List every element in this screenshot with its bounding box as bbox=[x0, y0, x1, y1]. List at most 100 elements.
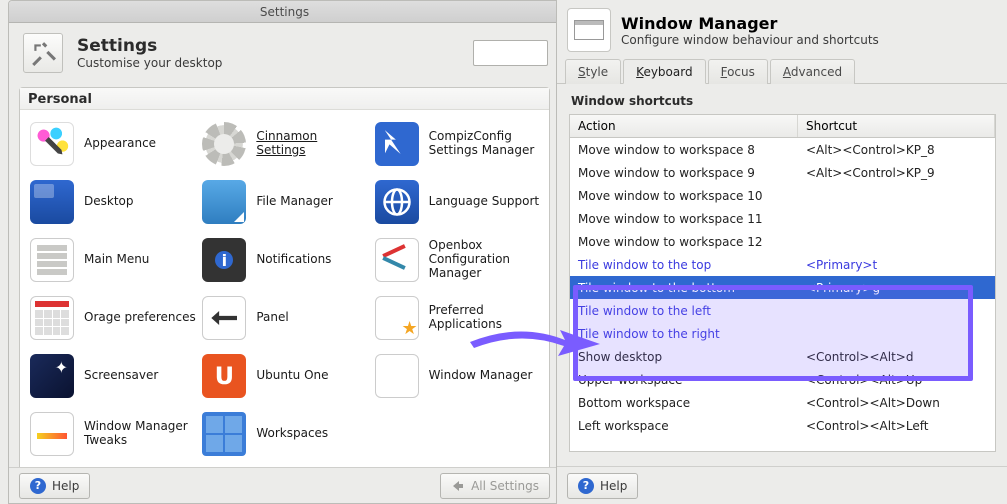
cell-action: Move window to workspace 8 bbox=[570, 143, 798, 157]
help-icon: ? bbox=[30, 478, 46, 494]
item-label: Cinnamon Settings bbox=[256, 130, 368, 158]
window-manager-window: Window Manager Configure window behaviou… bbox=[556, 0, 1007, 504]
cell-action: Show desktop bbox=[570, 350, 798, 364]
item-label: Screensaver bbox=[84, 369, 158, 383]
cell-action: Move window to workspace 12 bbox=[570, 235, 798, 249]
item-label: CompizConfig Settings Manager bbox=[429, 130, 541, 158]
cell-shortcut: <Control><Alt>d bbox=[798, 350, 995, 364]
table-row[interactable]: Tile window to the bottom<Primary>g bbox=[570, 276, 995, 299]
table-body: Move window to workspace 8<Alt><Control>… bbox=[570, 138, 995, 437]
cell-action: Bottom workspace bbox=[570, 396, 798, 410]
table-row[interactable]: Move window to workspace 9<Alt><Control>… bbox=[570, 161, 995, 184]
cell-shortcut: <Control><Alt>Down bbox=[798, 396, 995, 410]
item-label: Appearance bbox=[84, 137, 156, 151]
item-label: Openbox Configuration Manager bbox=[429, 239, 541, 280]
settings-item-ubuntu-one[interactable]: U Ubuntu One bbox=[198, 348, 370, 404]
help-icon: ? bbox=[578, 478, 594, 494]
col-action[interactable]: Action bbox=[570, 115, 798, 137]
settings-window: Settings Settings Customise your desktop… bbox=[8, 0, 561, 504]
item-label: Ubuntu One bbox=[256, 369, 328, 383]
item-label: File Manager bbox=[256, 195, 333, 209]
cell-action: Upper workspace bbox=[570, 373, 798, 387]
tab-advanced[interactable]: Advanced bbox=[770, 59, 855, 84]
settings-bottombar: ? Help All Settings bbox=[9, 467, 560, 503]
wm-header-icon bbox=[567, 8, 611, 52]
wm-help-button[interactable]: ? Help bbox=[567, 473, 638, 499]
table-row[interactable]: Move window to workspace 11 bbox=[570, 207, 995, 230]
file-manager-icon bbox=[200, 178, 248, 226]
settings-item-workspaces[interactable]: Workspaces bbox=[198, 406, 370, 462]
notifications-icon bbox=[200, 236, 248, 284]
tab-style[interactable]: Style bbox=[565, 59, 621, 84]
cinnamon-settings-icon bbox=[200, 120, 248, 168]
table-row[interactable]: Tile window to the left bbox=[570, 299, 995, 322]
settings-item-appearance[interactable]: Appearance bbox=[26, 116, 198, 172]
table-row[interactable]: Upper workspace<Control><Alt>Up bbox=[570, 368, 995, 391]
help-label: Help bbox=[52, 479, 79, 493]
settings-items-grid: Appearance Cinnamon Settings CompizConfig … bbox=[20, 110, 549, 472]
settings-item-main-menu[interactable]: Main Menu bbox=[26, 232, 198, 288]
settings-item-desktop[interactable]: Desktop bbox=[26, 174, 198, 230]
table-row[interactable]: Tile window to the right bbox=[570, 322, 995, 345]
tab-keyboard[interactable]: Keyboard bbox=[623, 59, 705, 84]
col-shortcut[interactable]: Shortcut bbox=[798, 115, 995, 137]
cell-action: Move window to workspace 11 bbox=[570, 212, 798, 226]
settings-item-cinnamon-settings[interactable]: Cinnamon Settings bbox=[198, 116, 370, 172]
workspaces-icon bbox=[200, 410, 248, 458]
table-row[interactable]: Left workspace<Control><Alt>Left bbox=[570, 414, 995, 437]
wm-header: Window Manager Configure window behaviou… bbox=[557, 0, 1007, 58]
orage-icon bbox=[28, 294, 76, 342]
settings-item-wm-tweaks[interactable]: Window Manager Tweaks bbox=[26, 406, 198, 462]
settings-search-input[interactable] bbox=[473, 40, 548, 66]
settings-item-orage[interactable]: Orage preferences bbox=[26, 290, 198, 346]
wm-bottombar: ? Help bbox=[557, 466, 1007, 504]
table-row[interactable]: Bottom workspace<Control><Alt>Down bbox=[570, 391, 995, 414]
cell-action: Tile window to the top bbox=[570, 258, 798, 272]
screensaver-icon bbox=[28, 352, 76, 400]
cell-shortcut: <Alt><Control>KP_8 bbox=[798, 143, 995, 157]
wm-tabs: StyleKeyboardFocusAdvanced bbox=[557, 58, 1007, 84]
cell-action: Left workspace bbox=[570, 419, 798, 433]
section-label: Window shortcuts bbox=[557, 84, 1007, 112]
all-settings-button[interactable]: All Settings bbox=[440, 473, 550, 499]
table-row[interactable]: Show desktop<Control><Alt>d bbox=[570, 345, 995, 368]
settings-item-preferred-apps[interactable]: Preferred Applications bbox=[371, 290, 543, 346]
shortcuts-table[interactable]: Action Shortcut Move window to workspace… bbox=[569, 114, 996, 452]
panel-icon bbox=[200, 294, 248, 342]
main-menu-icon bbox=[28, 236, 76, 284]
help-button[interactable]: ? Help bbox=[19, 473, 90, 499]
appearance-icon bbox=[28, 120, 76, 168]
item-label: Orage preferences bbox=[84, 311, 196, 325]
wm-help-label: Help bbox=[600, 479, 627, 493]
cell-action: Tile window to the bottom bbox=[570, 281, 798, 295]
settings-item-openbox-config[interactable]: Openbox Configuration Manager bbox=[371, 232, 543, 288]
table-header: Action Shortcut bbox=[570, 115, 995, 138]
language-support-icon bbox=[373, 178, 421, 226]
settings-item-file-manager[interactable]: File Manager bbox=[198, 174, 370, 230]
tab-focus[interactable]: Focus bbox=[708, 59, 768, 84]
cell-action: Move window to workspace 9 bbox=[570, 166, 798, 180]
table-row[interactable]: Move window to workspace 8<Alt><Control>… bbox=[570, 138, 995, 161]
settings-item-language-support[interactable]: Language Support bbox=[371, 174, 543, 230]
settings-titlebar[interactable]: Settings bbox=[9, 1, 560, 23]
ubuntu-one-icon: U bbox=[200, 352, 248, 400]
table-row[interactable]: Move window to workspace 12 bbox=[570, 230, 995, 253]
settings-item-notifications[interactable]: Notifications bbox=[198, 232, 370, 288]
cell-action: Move window to workspace 10 bbox=[570, 189, 798, 203]
tools-icon bbox=[23, 33, 63, 73]
cell-shortcut: <Primary>t bbox=[798, 258, 995, 272]
cell-shortcut: <Control><Alt>Left bbox=[798, 419, 995, 433]
category-heading: Personal bbox=[20, 88, 549, 110]
window-manager-icon bbox=[373, 352, 421, 400]
compizconfig-icon bbox=[373, 120, 421, 168]
item-label: Main Menu bbox=[84, 253, 149, 267]
settings-item-screensaver[interactable]: Screensaver bbox=[26, 348, 198, 404]
settings-item-panel[interactable]: Panel bbox=[198, 290, 370, 346]
table-row[interactable]: Tile window to the top<Primary>t bbox=[570, 253, 995, 276]
cell-shortcut: <Control><Alt>Up bbox=[798, 373, 995, 387]
back-icon bbox=[451, 479, 465, 493]
settings-item-window-manager[interactable]: Window Manager bbox=[371, 348, 543, 404]
item-label: Workspaces bbox=[256, 427, 328, 441]
settings-item-compizconfig[interactable]: CompizConfig Settings Manager bbox=[371, 116, 543, 172]
table-row[interactable]: Move window to workspace 10 bbox=[570, 184, 995, 207]
